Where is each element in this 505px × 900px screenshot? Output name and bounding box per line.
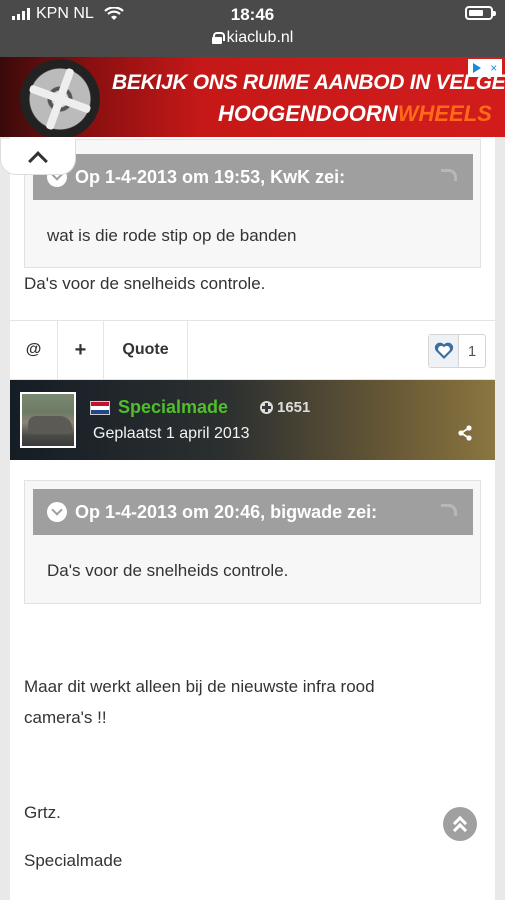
quote-button[interactable]: Quote bbox=[104, 321, 188, 379]
avatar[interactable] bbox=[20, 392, 76, 448]
ad-banner[interactable]: BEKIJK ONS RUIME AANBOD IN VELGEN HOOGEN… bbox=[0, 57, 505, 137]
author-bar: Specialmade 1651 Geplaatst 1 april 2013 bbox=[10, 380, 495, 460]
battery-icon bbox=[465, 6, 496, 20]
chevron-down-icon bbox=[47, 502, 67, 522]
like-count: 1 bbox=[467, 342, 477, 360]
reputation-count: 1651 bbox=[277, 399, 311, 416]
heart-icon bbox=[429, 335, 459, 367]
clock: 18:46 bbox=[230, 5, 275, 24]
address-bar[interactable]: kiaclub.nl bbox=[0, 29, 505, 47]
quote-text: Da's voor de snelheids controle. bbox=[47, 561, 289, 580]
multiquote-button[interactable]: + bbox=[58, 321, 104, 379]
post-body-line: camera's !! bbox=[24, 708, 107, 727]
quote-header[interactable]: Op 1-4-2013 om 20:46, bigwade zei: bbox=[33, 489, 473, 535]
mention-button[interactable]: @ bbox=[10, 321, 58, 379]
quote-block: Op 1-4-2013 om 20:46, bigwade zei: Da's … bbox=[24, 480, 481, 604]
scroll-to-top-button[interactable] bbox=[443, 807, 477, 841]
goto-quote-icon[interactable] bbox=[441, 504, 457, 516]
ad-brand-part1: HOOGENDOORN bbox=[218, 101, 398, 126]
author-name[interactable]: Specialmade bbox=[118, 397, 228, 418]
adchoices-icon bbox=[472, 63, 481, 73]
quote-block: Op 1-4-2013 om 19:53, KwK zei: wat is di… bbox=[24, 139, 481, 268]
wheel-image bbox=[20, 59, 100, 137]
quote-author: Op 1-4-2013 om 19:53, KwK zei: bbox=[75, 166, 346, 187]
lock-icon bbox=[211, 32, 225, 44]
ad-brand-part2: WHEELS bbox=[397, 101, 492, 126]
ad-close-icon[interactable]: × bbox=[490, 61, 497, 75]
reputation: 1651 bbox=[260, 399, 310, 416]
post-signature: Specialmade bbox=[24, 851, 123, 870]
avatar-car-image bbox=[28, 416, 72, 434]
chevron-up-icon bbox=[28, 150, 48, 171]
url-text: kiaclub.nl bbox=[226, 29, 294, 46]
post-body: Da's voor de snelheids controle. bbox=[24, 274, 266, 293]
post-actions: @ + Quote 1 bbox=[10, 320, 495, 380]
like-button[interactable]: 1 bbox=[428, 334, 486, 368]
collapse-button[interactable] bbox=[0, 139, 76, 175]
ad-choices[interactable]: × bbox=[468, 59, 502, 77]
post-body-line: Maar dit werkt alleen bij de nieuwste in… bbox=[24, 677, 375, 696]
double-chevron-up-icon bbox=[452, 815, 468, 838]
status-bar: KPN NL 18:46 kiaclub.nl bbox=[0, 0, 505, 57]
quote-author: Op 1-4-2013 om 20:46, bigwade zei: bbox=[75, 501, 378, 522]
ad-headline: BEKIJK ONS RUIME AANBOD IN VELGEN bbox=[112, 71, 505, 94]
quote-text: wat is die rode stip op de banden bbox=[47, 226, 297, 245]
plus-circle-icon bbox=[260, 401, 273, 414]
share-icon[interactable] bbox=[457, 425, 473, 441]
goto-quote-icon[interactable] bbox=[441, 169, 457, 181]
post-greeting: Grtz. bbox=[24, 803, 61, 822]
netherlands-flag-icon bbox=[90, 401, 110, 415]
post-date[interactable]: Geplaatst 1 april 2013 bbox=[93, 425, 250, 443]
ad-brand: HOOGENDOORNWHEELS bbox=[218, 101, 492, 127]
quote-header[interactable]: Op 1-4-2013 om 19:53, KwK zei: bbox=[33, 154, 473, 200]
